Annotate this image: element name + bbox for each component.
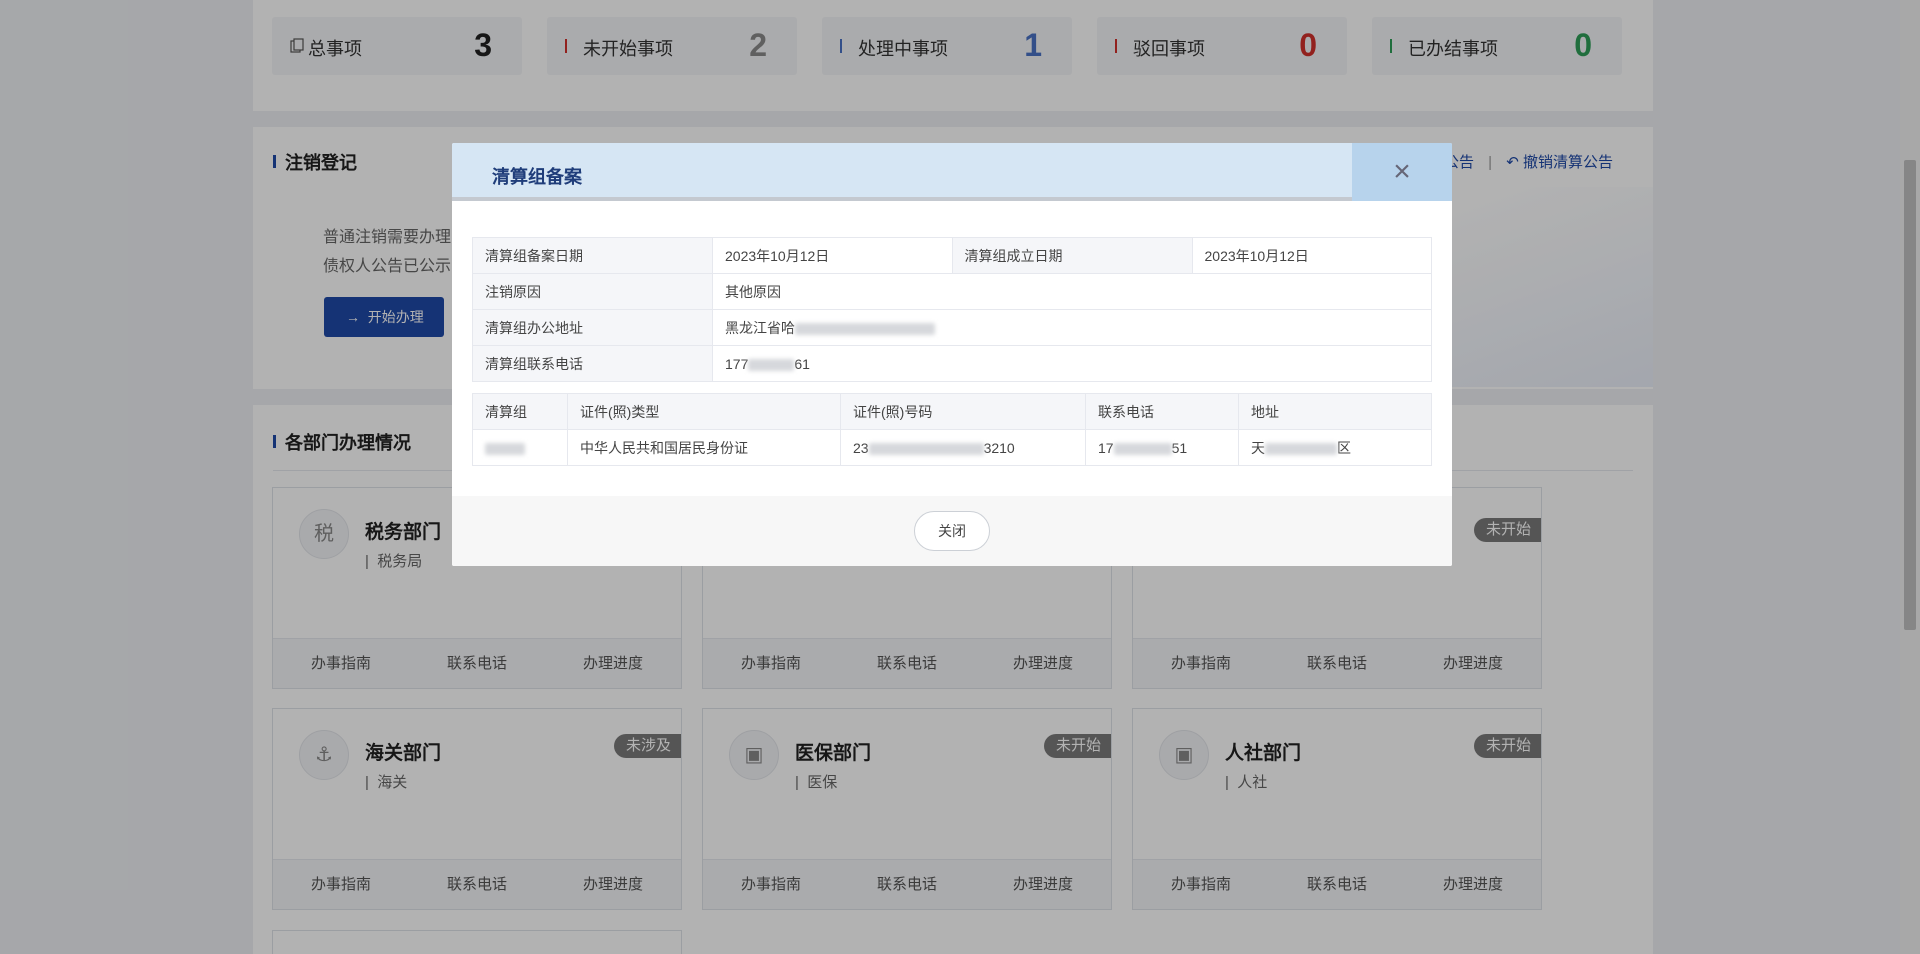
col-header: 证件(照)类型 — [567, 393, 841, 430]
member-id-number: 23 3210 — [840, 429, 1086, 466]
col-header: 证件(照)号码 — [840, 393, 1086, 430]
table-row: 清算组备案日期 2023年10月12日 清算组成立日期 2023年10月12日 — [472, 237, 1432, 274]
table-row: 注销原因 其他原因 — [472, 273, 1432, 310]
modal-header: 清算组备案 × — [452, 143, 1452, 201]
redacted-mask — [1113, 442, 1172, 455]
table-row: 清算组办公地址 黑龙江省哈 — [472, 309, 1432, 346]
col-header: 地址 — [1238, 393, 1432, 430]
filing-date-value: 2023年10月12日 — [712, 237, 953, 274]
member-phone: 17 51 — [1085, 429, 1239, 466]
address-label: 清算组办公地址 — [472, 309, 713, 346]
modal-title: 清算组备案 — [492, 167, 582, 187]
phone-label: 清算组联系电话 — [472, 345, 713, 382]
col-header: 清算组 — [472, 393, 568, 430]
filing-info-table: 清算组备案日期 2023年10月12日 清算组成立日期 2023年10月12日 … — [472, 237, 1432, 382]
member-id-type: 中华人民共和国居民身份证 — [567, 429, 841, 466]
table-row: 中华人民共和国居民身份证 23 3210 17 51 天区 — [472, 429, 1432, 466]
member-name — [472, 429, 568, 466]
members-table: 清算组 证件(照)类型 证件(照)号码 联系电话 地址 中华人民共和国居民身份证… — [472, 393, 1432, 466]
liquidation-filing-modal: 清算组备案 × 清算组备案日期 2023年10月12日 清算组成立日期 2023… — [452, 143, 1452, 566]
redacted-mask — [795, 322, 935, 335]
established-date-label: 清算组成立日期 — [951, 237, 1193, 274]
reason-label: 注销原因 — [472, 273, 713, 310]
redacted-mask — [485, 442, 525, 455]
member-address: 天区 — [1238, 429, 1432, 466]
modal-footer: 关闭 — [452, 496, 1452, 566]
col-header: 联系电话 — [1085, 393, 1239, 430]
redacted-mask — [868, 442, 984, 455]
table-header-row: 清算组 证件(照)类型 证件(照)号码 联系电话 地址 — [472, 393, 1432, 430]
established-date-value: 2023年10月12日 — [1191, 237, 1432, 274]
close-button[interactable]: 关闭 — [914, 511, 990, 551]
redacted-mask — [748, 358, 795, 371]
filing-date-label: 清算组备案日期 — [472, 237, 713, 274]
reason-value: 其他原因 — [712, 273, 1432, 310]
redacted-mask — [1265, 442, 1337, 455]
close-icon[interactable]: × — [1352, 143, 1452, 201]
table-row: 清算组联系电话 177 61 — [472, 345, 1432, 382]
address-value: 黑龙江省哈 — [712, 309, 1432, 346]
phone-value: 177 61 — [712, 345, 1432, 382]
